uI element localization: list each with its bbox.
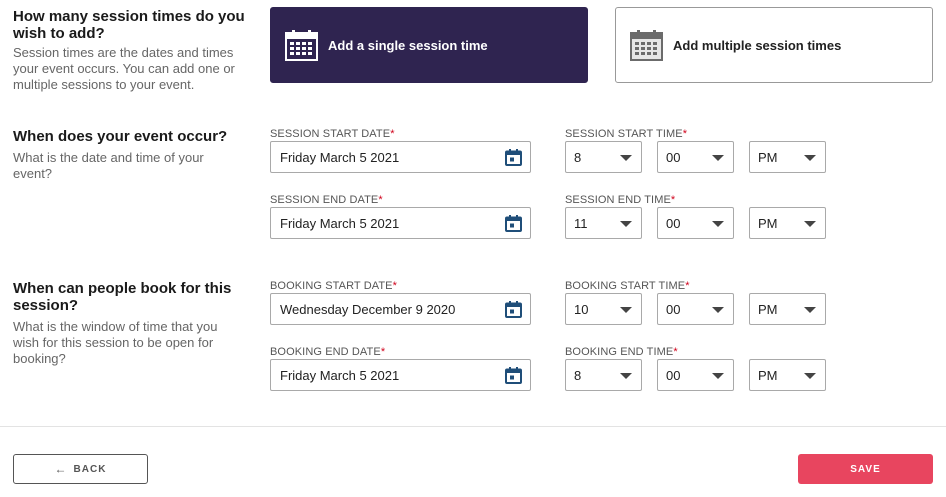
chevron-down-icon (620, 155, 632, 161)
add-multiple-sessions-button[interactable]: Add multiple session times (615, 7, 933, 83)
booking-end-minute-select[interactable]: 00 (657, 359, 734, 391)
section-desc-when-book: What is the window of time that you wish… (13, 319, 218, 366)
date-picker-icon[interactable] (505, 215, 522, 232)
booking-start-minute-select[interactable]: 00 (657, 293, 734, 325)
session-end-minute-select[interactable]: 00 (657, 207, 734, 239)
date-picker-icon[interactable] (505, 367, 522, 384)
back-button-label: BACK (73, 463, 107, 475)
booking-end-date-value: Friday March 5 2021 (280, 367, 400, 383)
section-title-how-many: How many session times do you wish to ad… (13, 8, 245, 42)
booking-end-ampm-select[interactable]: PM (749, 359, 826, 391)
add-single-session-button[interactable]: Add a single session time (270, 7, 588, 83)
chevron-down-icon (712, 221, 724, 227)
session-end-date-label: SESSION END DATE* (270, 194, 383, 206)
booking-end-date-input[interactable]: Friday March 5 2021 (270, 359, 531, 391)
section-desc-how-many: Session times are the dates and times yo… (13, 45, 235, 92)
add-multiple-sessions-label: Add multiple session times (673, 37, 842, 53)
section-title-when-book: When can people book for this session? (13, 280, 232, 314)
session-end-date-input[interactable]: Friday March 5 2021 (270, 207, 531, 239)
booking-end-hour-select[interactable]: 8 (565, 359, 642, 391)
chevron-down-icon (804, 373, 816, 379)
add-single-session-label: Add a single session time (328, 37, 488, 53)
save-button[interactable]: SAVE (798, 454, 933, 484)
arrow-left-icon: ← (54, 462, 68, 476)
session-start-date-value: Friday March 5 2021 (280, 149, 400, 165)
booking-end-date-label: BOOKING END DATE* (270, 346, 386, 358)
booking-start-time-label: BOOKING START TIME* (565, 280, 690, 292)
save-button-label: SAVE (850, 463, 881, 475)
booking-end-time-label: BOOKING END TIME* (565, 346, 678, 358)
date-picker-icon[interactable] (505, 149, 522, 166)
section-title-when-occur: When does your event occur? (13, 128, 228, 145)
calendar-icon (285, 29, 318, 61)
session-start-minute-select[interactable]: 00 (657, 141, 734, 173)
session-start-ampm-select[interactable]: PM (749, 141, 826, 173)
chevron-down-icon (804, 221, 816, 227)
booking-start-date-input[interactable]: Wednesday December 9 2020 (270, 293, 531, 325)
session-end-date-value: Friday March 5 2021 (280, 215, 400, 231)
chevron-down-icon (712, 155, 724, 161)
chevron-down-icon (804, 155, 816, 161)
booking-start-date-label: BOOKING START DATE* (270, 280, 398, 292)
session-start-time-label: SESSION START TIME* (565, 128, 688, 140)
session-start-date-input[interactable]: Friday March 5 2021 (270, 141, 531, 173)
section-desc-when-occur: What is the date and time of your event? (13, 150, 204, 181)
booking-start-hour-select[interactable]: 10 (565, 293, 642, 325)
chevron-down-icon (712, 373, 724, 379)
session-end-time-label: SESSION END TIME* (565, 194, 676, 206)
footer-divider (0, 426, 946, 427)
date-picker-icon[interactable] (505, 301, 522, 318)
chevron-down-icon (620, 373, 632, 379)
chevron-down-icon (712, 307, 724, 313)
session-end-hour-select[interactable]: 11 (565, 207, 642, 239)
chevron-down-icon (804, 307, 816, 313)
chevron-down-icon (620, 221, 632, 227)
session-start-date-label: SESSION START DATE* (270, 128, 395, 140)
session-end-ampm-select[interactable]: PM (749, 207, 826, 239)
session-start-hour-select[interactable]: 8 (565, 141, 642, 173)
back-button[interactable]: ← BACK (13, 454, 148, 484)
booking-start-date-value: Wednesday December 9 2020 (280, 301, 456, 317)
calendar-grid-icon (630, 29, 663, 61)
booking-start-ampm-select[interactable]: PM (749, 293, 826, 325)
chevron-down-icon (620, 307, 632, 313)
